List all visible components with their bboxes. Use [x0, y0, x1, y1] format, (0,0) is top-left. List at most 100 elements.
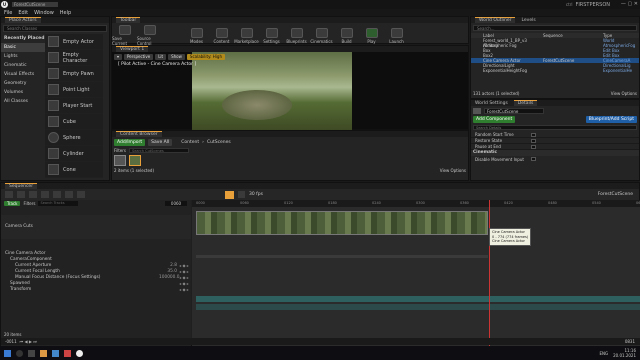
language-indicator[interactable]: ENG — [599, 351, 608, 356]
asset-thumbnail-sequence[interactable] — [114, 155, 126, 166]
save-sequence-icon[interactable] — [5, 191, 13, 198]
spawned-track-bar[interactable] — [196, 296, 640, 302]
modes-button[interactable]: Modes — [184, 27, 209, 44]
taskbar-app-icon[interactable] — [64, 349, 71, 357]
add-track-button[interactable]: Track — [4, 201, 21, 206]
source-control-button[interactable]: Source Control — [137, 25, 162, 46]
levels-tab[interactable]: Levels — [521, 18, 535, 23]
loop-icon[interactable] — [238, 191, 245, 198]
toolbar-tab[interactable]: Toolbar — [116, 17, 141, 23]
asset-thumbnail-level[interactable] — [129, 155, 141, 166]
lit-button[interactable]: Lit — [155, 54, 167, 60]
track-search-input[interactable]: Search Tracks — [38, 201, 79, 206]
current-time-field[interactable]: 0060 — [165, 201, 187, 206]
actor-name-field[interactable]: ForestCutScene — [484, 108, 544, 114]
clock[interactable]: 11:16 20.01.2021 — [613, 348, 640, 358]
sequencer-tab[interactable]: Sequencer — [5, 183, 38, 189]
place-actors-tab[interactable]: Place Actors — [5, 17, 41, 23]
outliner-search-input[interactable]: Search... — [473, 25, 637, 31]
playhead[interactable] — [489, 200, 490, 347]
transform-icon[interactable] — [53, 191, 61, 198]
add-import-button[interactable]: Add/Import — [114, 139, 146, 146]
actor-empty-actor[interactable]: Empty Actor — [45, 34, 103, 50]
taskbar-app-icon[interactable] — [40, 349, 47, 357]
category-volumes[interactable]: Volumes — [1, 88, 45, 97]
blueprint-script-button[interactable]: Blueprint/Add Script — [585, 116, 637, 123]
view-options-button[interactable]: View Options — [440, 168, 466, 173]
category-recently-placed[interactable]: Recently Placed — [1, 34, 45, 43]
random-start-checkbox[interactable] — [531, 132, 536, 137]
track-value[interactable]: 100000.0 — [159, 275, 180, 281]
auto-key-icon[interactable] — [65, 191, 73, 198]
build-button[interactable]: Build — [334, 27, 359, 44]
category-cinematic[interactable]: Cinematic — [1, 61, 45, 70]
disable-input-checkbox[interactable] — [531, 157, 536, 161]
taskbar-app-icon[interactable] — [52, 349, 59, 357]
settings-button[interactable]: Settings — [259, 27, 284, 44]
world-settings-tab[interactable]: World Settings — [475, 101, 508, 106]
timeline-area[interactable]: 0000 0060 0120 0180 0240 0300 0360 0420 0480 0540… — [192, 200, 640, 347]
snap-icon[interactable] — [77, 191, 85, 198]
launch-button[interactable]: Launch — [384, 27, 409, 44]
category-visual-effects[interactable]: Visual Effects — [1, 70, 45, 79]
viewport-scene-image[interactable] — [192, 52, 352, 130]
timeline-ruler[interactable]: 0000 0060 0120 0180 0240 0300 0360 0420 0480 0540… — [192, 200, 640, 207]
playback-settings-icon[interactable] — [225, 190, 234, 199]
end-frame[interactable]: 0831 — [625, 339, 640, 344]
taskbar-app-icon[interactable] — [16, 349, 23, 357]
viewport-menu-button[interactable]: ▾ — [114, 54, 123, 60]
restore-state-checkbox[interactable] — [531, 138, 536, 143]
category-all-classes[interactable]: All Classes — [1, 97, 45, 106]
save-current-button[interactable]: Save Current — [112, 25, 137, 46]
render-icon[interactable] — [29, 191, 37, 198]
track-filters-button[interactable]: Filters — [23, 201, 35, 206]
scalability-warning[interactable]: Scalability: High — [186, 54, 225, 60]
viewport-tab[interactable]: Viewport 1 — [116, 46, 149, 52]
pause-end-checkbox[interactable] — [531, 144, 536, 149]
camera-icon[interactable] — [41, 191, 49, 198]
actor-sphere[interactable]: Sphere — [45, 130, 103, 146]
category-lights[interactable]: Lights — [1, 52, 45, 61]
actor-cone[interactable]: Cone — [45, 162, 103, 178]
add-component-button[interactable]: Add Component — [473, 116, 516, 123]
level-tab[interactable]: ForestCutScene — [12, 2, 58, 7]
start-menu-icon[interactable] — [4, 349, 11, 357]
actor-empty-pawn[interactable]: Empty Pawn — [45, 66, 103, 82]
search-classes-input[interactable]: Search Classes — [3, 25, 107, 32]
sequencer-track-row[interactable]: Transform ◂ ◆ ▸ — [1, 287, 191, 293]
perspective-button[interactable]: Perspective — [124, 54, 154, 60]
cinematics-button[interactable]: Cinematics — [309, 27, 334, 44]
start-frame[interactable]: -0011 — [5, 339, 17, 344]
menu-help[interactable]: Help — [60, 10, 71, 16]
menu-edit[interactable]: Edit — [18, 10, 28, 16]
actor-point-light[interactable]: Point Light — [45, 82, 103, 98]
menu-file[interactable]: File — [4, 10, 12, 16]
details-search-input[interactable]: Search Details — [473, 125, 637, 130]
filters-button[interactable]: Filters — [114, 148, 126, 153]
category-basic[interactable]: Basic — [1, 43, 45, 52]
actor-cube[interactable]: Cube — [45, 114, 103, 130]
world-outliner-tab[interactable]: World Outliner — [475, 17, 516, 23]
path-cutscenes[interactable]: CutScenes — [207, 140, 231, 145]
transport-controls[interactable]: ⏮ ◀ ▶ ⏭ — [20, 339, 37, 344]
menu-window[interactable]: Window — [34, 10, 54, 16]
unreal-taskbar-icon[interactable] — [76, 349, 83, 357]
category-geometry[interactable]: Geometry — [1, 79, 45, 88]
source-control-label[interactable]: ctrl — [566, 2, 573, 7]
save-all-button[interactable]: Save All — [148, 139, 173, 146]
actor-empty-character[interactable]: Empty Character — [45, 50, 103, 66]
camera-cut-thumbnails[interactable] — [196, 211, 488, 235]
taskbar-app-icon[interactable] — [28, 349, 35, 357]
actor-player-start[interactable]: Player Start — [45, 98, 103, 114]
actor-cylinder[interactable]: Cylinder — [45, 146, 103, 162]
find-icon[interactable] — [17, 191, 25, 198]
details-tab[interactable]: Details — [513, 100, 538, 106]
show-button[interactable]: Show — [168, 54, 185, 60]
fps-dropdown[interactable]: 30 fps — [249, 192, 263, 197]
keyframe-nav-icon[interactable]: ◂ ◆ ▸ — [177, 287, 191, 293]
outliner-row[interactable]: ExponentialHeightFog ExponentialHe — [471, 68, 639, 73]
sequencer-track-row[interactable]: Camera Cuts — [1, 215, 191, 239]
transform-track-bar[interactable] — [196, 304, 640, 310]
outliner-view-options[interactable]: View Options — [611, 91, 637, 96]
window-controls[interactable]: — ▢ ✕ — [621, 1, 638, 7]
